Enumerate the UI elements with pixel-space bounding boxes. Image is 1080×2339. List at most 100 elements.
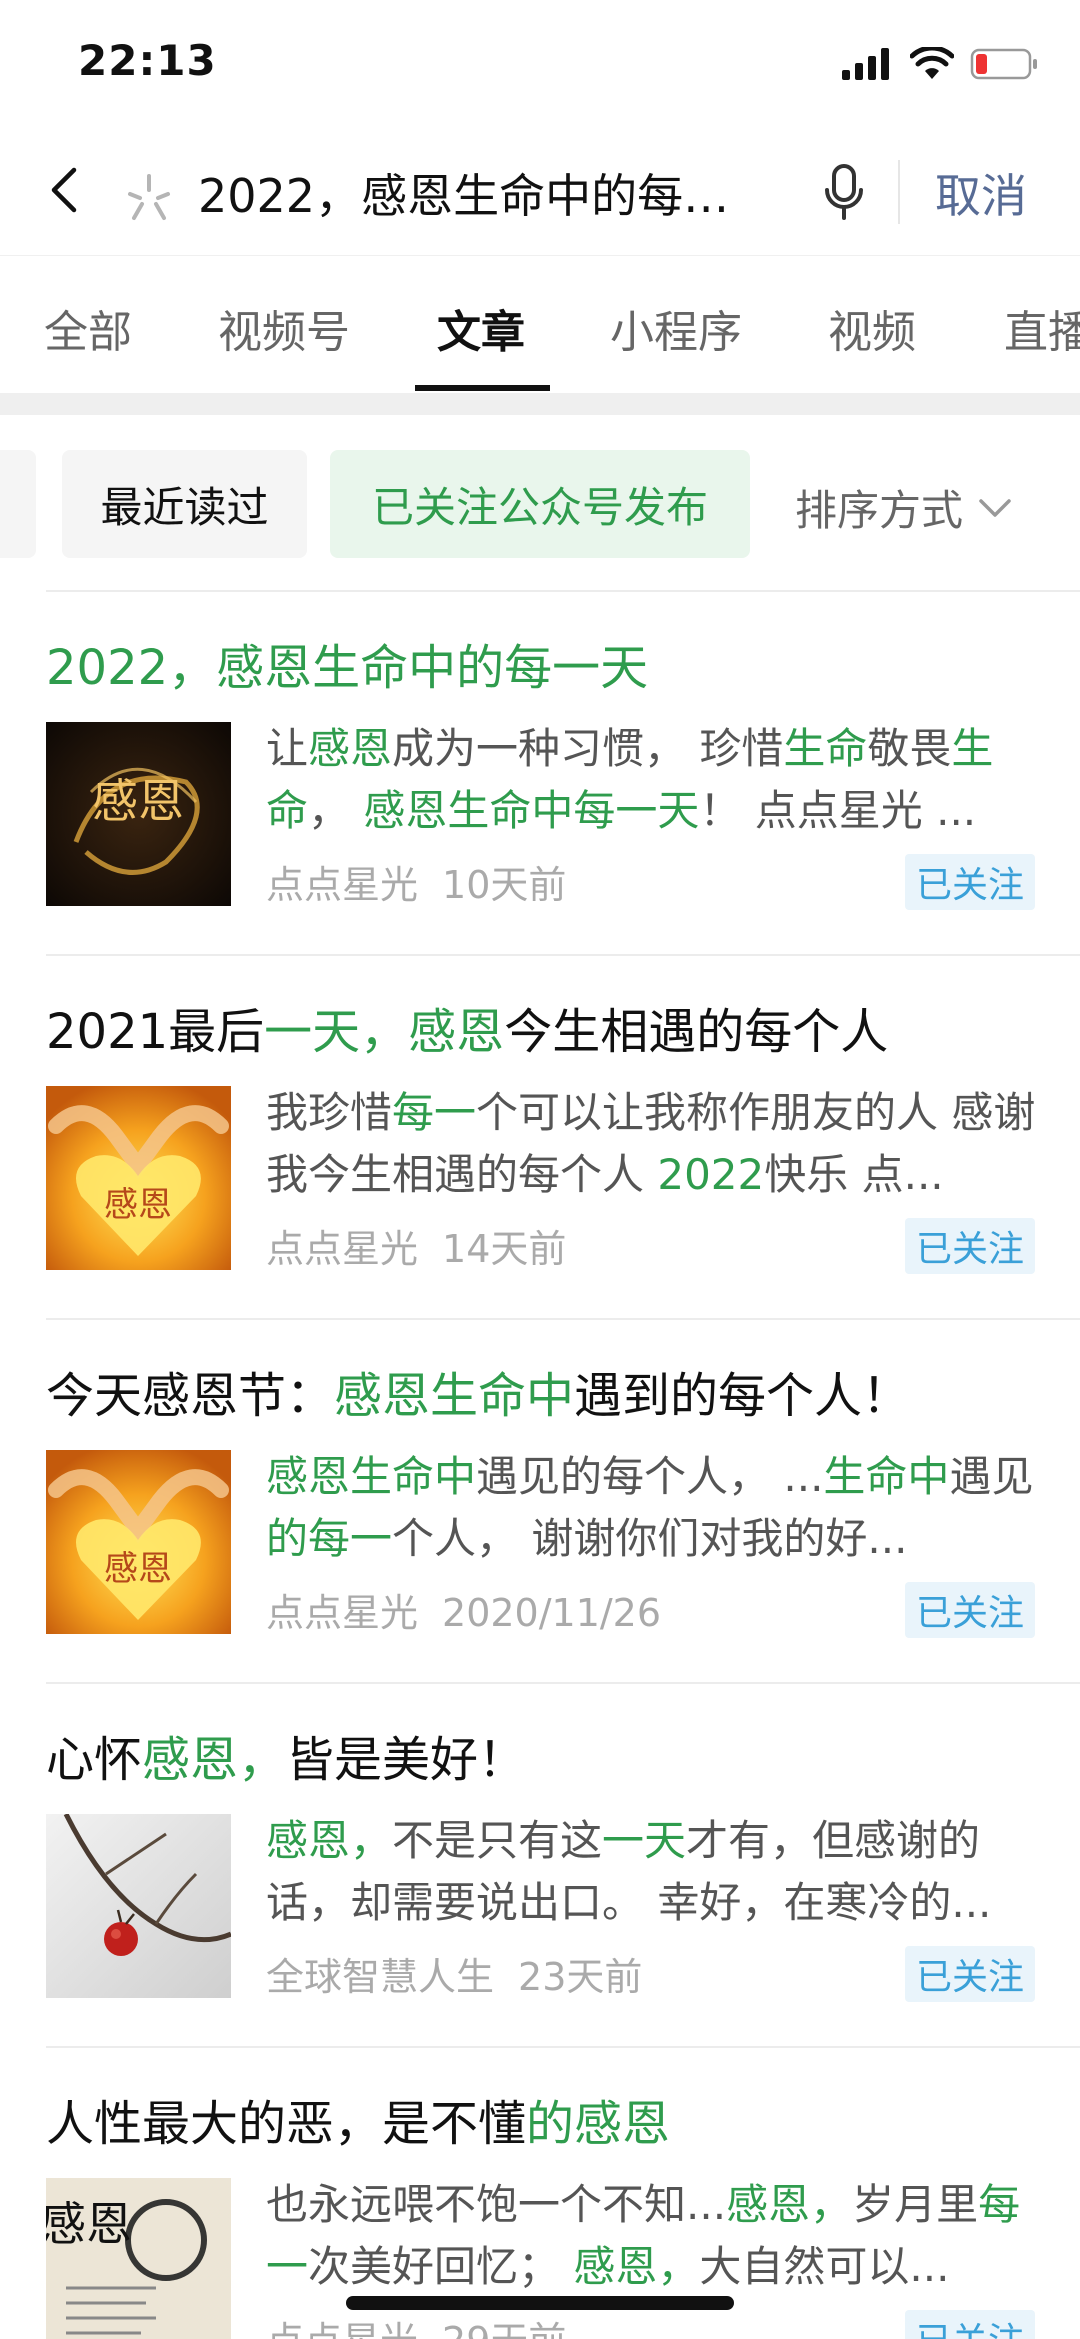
followed-badge: 已关注 — [905, 1218, 1035, 1274]
keyword-highlight: 感恩 — [308, 724, 393, 773]
text-segment: 今生相遇的每个人 — [504, 1004, 889, 1060]
status-icons — [842, 44, 1040, 84]
text-segment: 人性最大的恶，是不懂 — [46, 2096, 527, 2152]
search-input[interactable]: 2022，感恩生命中的每… — [198, 160, 768, 226]
keyword-highlight: 一天，感恩 — [264, 1004, 505, 1060]
text-segment: 我珍惜 — [266, 1088, 393, 1137]
text-segment: 让 — [266, 724, 309, 773]
text-segment: 成为一种习惯， 珍惜 — [392, 724, 784, 773]
article-snippet: 我珍惜每一个可以让我称作朋友的人 感谢我今生相遇的每个人 2022快乐 点... — [266, 1082, 1036, 1206]
status-bar: 22:13 — [0, 0, 1080, 130]
text-segment: 遇见 — [949, 1452, 1034, 1501]
article-snippet: 让感恩成为一种习惯， 珍惜生命敬畏生命， 感恩生命中每一天！ 点点星光 ... — [266, 718, 1036, 842]
search-bar: 2022，感恩生命中的每… 取消 — [0, 130, 1080, 255]
chevron-down-icon — [979, 498, 1011, 517]
home-indicator[interactable] — [346, 2296, 734, 2310]
article-title[interactable]: 2022，感恩生命中的每一天 — [46, 628, 648, 698]
article-source[interactable]: 点点星光 — [266, 863, 418, 907]
tab-bar: 全部 视频号 文章 小程序 视频 直播 — [0, 255, 1080, 393]
article-result[interactable]: 2022，感恩生命中的每一天 感恩 让感恩成为一种习惯， 珍惜生命敬畏生命， 感… — [0, 592, 1080, 956]
text-segment: 也永远喂不饱一个不知... — [266, 2180, 727, 2229]
article-thumbnail[interactable]: 感恩 — [46, 722, 231, 906]
text-segment: ， — [308, 786, 364, 835]
article-meta: 点点星光 2020/11/26 — [266, 1582, 661, 1637]
filter-chip-partial[interactable] — [0, 450, 36, 558]
tab-live[interactable]: 直播 — [1004, 296, 1080, 360]
article-source[interactable]: 全球智慧人生 — [266, 1955, 494, 1999]
search-divider — [898, 160, 900, 224]
followed-badge: 已关注 — [905, 854, 1035, 910]
keyword-highlight: 感恩， — [726, 2180, 853, 2229]
sort-label: 排序方式 — [795, 486, 964, 535]
article-title[interactable]: 心怀感恩，皆是美好！ — [46, 1720, 526, 1790]
article-time: 2020/11/26 — [442, 1591, 662, 1635]
tab-videos[interactable]: 视频 — [828, 296, 916, 360]
tab-channels[interactable]: 视频号 — [218, 296, 350, 360]
keyword-highlight: 感恩， — [142, 1732, 287, 1788]
text-segment: 岁月里 — [852, 2180, 979, 2229]
article-result[interactable]: 2021最后一天，感恩今生相遇的每个人 感恩 我珍惜每一个可以让我称作朋友的人 … — [0, 956, 1080, 1320]
keyword-highlight: 每一 — [392, 1088, 477, 1137]
article-title[interactable]: 人性最大的恶，是不懂的感恩 — [46, 2084, 670, 2154]
article-meta: 点点星光 29天前 — [266, 2310, 566, 2339]
keyword-highlight: 生命 — [783, 724, 868, 773]
back-icon[interactable] — [40, 160, 90, 220]
thumbnail-caption: 感恩 — [104, 1549, 172, 1589]
article-source[interactable]: 点点星光 — [266, 2319, 418, 2339]
text-segment: 快乐 点... — [764, 1150, 944, 1199]
text-segment: 皆是美好！ — [286, 1732, 527, 1788]
article-result[interactable]: 今天感恩节：感恩生命中遇到的每个人！ 感恩 感恩生命中遇见的每个人， ...生命… — [0, 1320, 1080, 1684]
followed-badge: 已关注 — [905, 1582, 1035, 1638]
battery-low-icon — [970, 48, 1037, 80]
thumbnail-caption: 感恩 — [46, 2197, 132, 2251]
article-title[interactable]: 2021最后一天，感恩今生相遇的每个人 — [46, 992, 888, 1062]
keyword-highlight: 感恩生命中每一天 — [363, 786, 700, 835]
article-snippet: 感恩，不是只有这一天才有，但感谢的话，却需要说出口。 幸好，在寒冷的... — [266, 1810, 1036, 1934]
article-time: 14天前 — [442, 1227, 567, 1271]
article-snippet: 感恩生命中遇见的每个人， ...生命中遇见的每一个人， 谢谢你们对我的好... — [266, 1446, 1036, 1570]
text-segment: 个人， 谢谢你们对我的好... — [392, 1514, 908, 1563]
sort-button[interactable]: 排序方式 — [795, 477, 1013, 538]
article-thumbnail[interactable]: 感恩 — [46, 1086, 231, 1270]
article-thumbnail[interactable] — [46, 1814, 231, 1998]
article-title[interactable]: 今天感恩节：感恩生命中遇到的每个人！ — [46, 1356, 910, 1426]
active-tab-indicator — [415, 385, 550, 391]
section-divider — [0, 393, 1080, 415]
article-meta: 点点星光 14天前 — [266, 1218, 566, 1273]
text-segment: 心怀 — [46, 1732, 143, 1788]
tab-articles[interactable]: 文章 — [437, 296, 525, 360]
filter-row: 最近读过 已关注公众号发布 排序方式 — [0, 415, 1080, 592]
keyword-highlight: 的感恩 — [526, 2096, 671, 2152]
tab-mini-programs[interactable]: 小程序 — [610, 296, 742, 360]
article-time: 29天前 — [442, 2319, 566, 2339]
article-source[interactable]: 点点星光 — [266, 1591, 418, 1635]
article-result[interactable]: 心怀感恩，皆是美好！ 感恩，不是只有这一天才有，但感谢的话，却需要说出口。 幸好… — [0, 1684, 1080, 2048]
text-segment: 敬畏 — [867, 724, 952, 773]
cancel-button[interactable]: 取消 — [935, 160, 1027, 226]
text-segment: 次美好回忆； — [308, 2242, 574, 2291]
status-time: 22:13 — [78, 36, 217, 85]
thumbnail-caption: 感恩 — [92, 774, 184, 828]
signal-icon — [842, 48, 889, 80]
article-time: 23天前 — [518, 1955, 643, 1999]
article-meta: 点点星光 10天前 — [266, 854, 566, 909]
article-thumbnail[interactable]: 感恩 — [46, 1450, 231, 1634]
filter-recent-read[interactable]: 最近读过 — [62, 450, 307, 558]
microphone-icon[interactable] — [822, 162, 866, 224]
search-spark-icon — [128, 174, 170, 220]
article-source[interactable]: 点点星光 — [266, 1227, 418, 1271]
tab-all[interactable]: 全部 — [44, 296, 132, 360]
keyword-highlight: 一天 — [602, 1816, 687, 1865]
filter-followed-accounts[interactable]: 已关注公众号发布 — [330, 450, 750, 558]
article-thumbnail[interactable]: 感恩 — [46, 2178, 231, 2339]
text-segment: 遇到的每个人！ — [574, 1368, 911, 1424]
text-segment: 大自然可以... — [699, 2242, 950, 2291]
text-segment: 今天感恩节： — [46, 1368, 335, 1424]
wifi-icon — [910, 47, 954, 79]
text-segment: 遇见的每个人， ... — [476, 1452, 824, 1501]
thumbnail-caption: 感恩 — [104, 1185, 172, 1225]
article-time: 10天前 — [442, 863, 567, 907]
keyword-highlight: 感恩生命中 — [266, 1452, 477, 1501]
followed-badge: 已关注 — [905, 2310, 1035, 2339]
text-segment: 不是只有这 — [392, 1816, 603, 1865]
